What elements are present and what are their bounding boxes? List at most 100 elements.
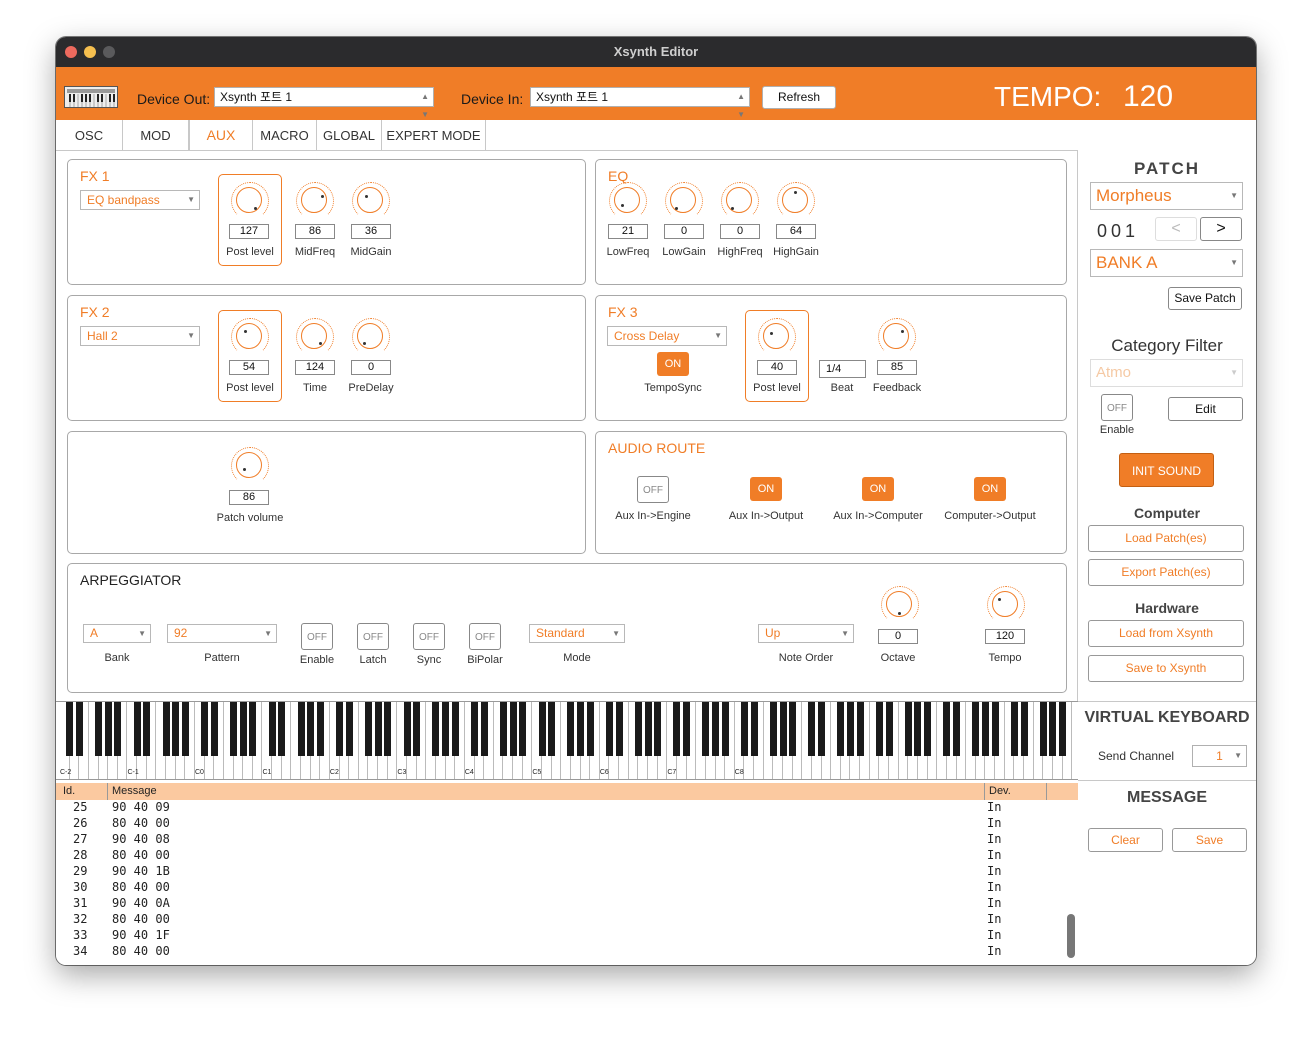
load-patches-button[interactable]: Load Patch(es) [1088,525,1244,552]
close-window-button[interactable] [65,46,77,58]
white-key[interactable] [1063,702,1073,779]
white-key[interactable] [118,702,128,779]
virtual-keyboard[interactable]: C-2 C-1 C0 C1 C2 C3 C4 C5 C6 C7 C8 [56,701,1078,780]
white-key[interactable] [619,702,629,779]
white-key[interactable] [889,702,899,779]
init-sound-button[interactable]: INIT SOUND [1119,453,1214,487]
white-key[interactable] [214,702,224,779]
white-key[interactable] [928,702,938,779]
white-key[interactable] [1024,702,1034,779]
fx3-beat-value[interactable]: 1/4 [819,360,866,378]
eq-highfreq-value[interactable]: 0 [720,224,760,239]
category-filter-enable-toggle[interactable]: OFF [1101,394,1133,421]
white-key[interactable] [320,702,330,779]
white-key[interactable] [793,702,803,779]
arp-enable-toggle[interactable]: OFF [301,623,333,650]
table-row[interactable]: 31 90 40 0A In [56,896,1066,912]
eq-lowfreq-knob[interactable] [609,182,647,220]
table-row[interactable]: 30 80 40 00 In [56,880,1066,896]
export-patches-button[interactable]: Export Patch(es) [1088,559,1244,586]
eq-lowgain-knob[interactable] [665,182,703,220]
table-row[interactable]: 29 90 40 1B In [56,864,1066,880]
category-edit-button[interactable]: Edit [1168,397,1243,421]
arp-bipolar-toggle[interactable]: OFF [469,623,501,650]
aux-in-output-toggle[interactable]: ON [750,477,782,501]
table-row[interactable]: 32 80 40 00 In [56,912,1066,928]
arp-tempo-value[interactable]: 120 [985,629,1025,644]
table-row[interactable]: 27 90 40 08 In [56,832,1066,848]
fx1-midgain-knob[interactable] [352,182,390,220]
fx3-feedback-value[interactable]: 85 [877,360,917,375]
white-key[interactable] [79,702,89,779]
arp-octave-knob[interactable] [881,586,919,624]
white-key[interactable] [455,702,465,779]
fx2-post-level-value[interactable]: 54 [229,360,269,375]
white-key[interactable] [860,702,870,779]
next-patch-button[interactable]: > [1200,217,1242,241]
white-key[interactable] [590,702,600,779]
white-key[interactable] [822,702,832,779]
fx1-midfreq-knob[interactable] [296,182,334,220]
white-key[interactable] [1072,702,1078,779]
fx1-midfreq-value[interactable]: 86 [295,224,335,239]
fx3-post-level-knob[interactable] [758,318,796,356]
arp-sync-toggle[interactable]: OFF [413,623,445,650]
patch-bank-select[interactable]: BANK A ▼ [1090,249,1243,277]
white-key[interactable] [282,702,292,779]
fx1-post-level-value[interactable]: 127 [229,224,269,239]
white-key[interactable] [484,702,494,779]
fx1-midgain-value[interactable]: 36 [351,224,391,239]
aux-in-computer-toggle[interactable]: ON [862,477,894,501]
table-row[interactable]: 26 80 40 00 In [56,816,1066,832]
patch-name-select[interactable]: Morpheus ▼ [1090,182,1243,210]
minimize-window-button[interactable] [84,46,96,58]
white-key[interactable] [523,702,533,779]
table-row[interactable]: 25 90 40 09 In [56,800,1066,816]
white-key[interactable] [754,702,764,779]
device-out-select[interactable]: Xsynth 포트 1 ▲ ▼ [214,87,434,119]
white-key[interactable] [957,702,967,779]
eq-lowgain-value[interactable]: 0 [664,224,704,239]
white-key[interactable] [995,702,1005,779]
white-key[interactable] [147,702,157,779]
white-key[interactable] [185,702,195,779]
clear-messages-button[interactable]: Clear [1088,828,1163,852]
fx1-type-select[interactable]: EQ bandpass ▼ [80,190,200,210]
send-channel-select[interactable]: 1 ▼ [1192,745,1247,767]
fx2-type-select[interactable]: Hall 2 ▼ [80,326,200,346]
table-row[interactable]: 28 80 40 00 In [56,848,1066,864]
fx2-post-level-knob[interactable] [231,318,269,356]
save-to-xsynth-button[interactable]: Save to Xsynth [1088,655,1244,682]
patch-volume-knob[interactable] [231,447,269,485]
tab-mod[interactable]: MOD [123,120,189,151]
arp-tempo-knob[interactable] [987,586,1025,624]
category-filter-select[interactable]: Atmo ▼ [1090,359,1243,387]
refresh-button[interactable]: Refresh [762,86,836,109]
eq-highfreq-knob[interactable] [721,182,759,220]
load-from-xsynth-button[interactable]: Load from Xsynth [1088,620,1244,647]
eq-highgain-value[interactable]: 64 [776,224,816,239]
white-key[interactable] [552,702,562,779]
tab-macro[interactable]: MACRO [253,120,317,151]
zoom-window-button[interactable] [103,46,115,58]
fx2-time-value[interactable]: 124 [295,360,335,375]
fx2-predelay-knob[interactable] [352,318,390,356]
white-key[interactable] [687,702,697,779]
table-row[interactable]: 34 80 40 00 In [56,944,1066,960]
eq-highgain-knob[interactable] [777,182,815,220]
computer-output-toggle[interactable]: ON [974,477,1006,501]
white-key[interactable] [349,702,359,779]
fx2-predelay-value[interactable]: 0 [351,360,391,375]
arp-latch-toggle[interactable]: OFF [357,623,389,650]
white-key[interactable] [253,702,263,779]
patch-volume-value[interactable]: 86 [229,490,269,505]
arp-pattern-select[interactable]: 92 ▼ [167,624,277,643]
arp-bank-select[interactable]: A ▼ [83,624,151,643]
tab-osc[interactable]: OSC [56,120,123,151]
arp-mode-select[interactable]: Standard ▼ [529,624,625,643]
prev-patch-button[interactable]: < [1155,217,1197,241]
white-key[interactable] [417,702,427,779]
white-key[interactable] [658,702,668,779]
save-patch-button[interactable]: Save Patch [1168,287,1242,310]
fx1-post-level-knob[interactable] [231,182,269,220]
